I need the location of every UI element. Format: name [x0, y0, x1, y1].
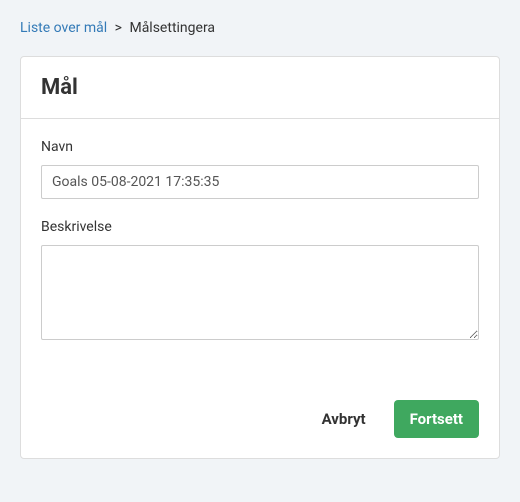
card-body: Navn Beskrivelse	[21, 119, 499, 384]
name-input[interactable]	[41, 165, 479, 199]
cancel-button[interactable]: Avbryt	[306, 400, 382, 438]
breadcrumb: Liste over mål > Målsettingera	[20, 20, 500, 36]
breadcrumb-link-list[interactable]: Liste over mål	[20, 20, 107, 36]
form-group-name: Navn	[41, 139, 479, 199]
continue-button[interactable]: Fortsett	[394, 400, 479, 438]
card-title: Mål	[41, 75, 479, 100]
name-label: Navn	[41, 139, 479, 155]
goal-card: Mål Navn Beskrivelse Avbryt Fortsett	[20, 56, 500, 459]
breadcrumb-separator: >	[115, 20, 122, 36]
card-header: Mål	[21, 57, 499, 119]
breadcrumb-current: Målsettingera	[129, 20, 215, 36]
form-group-description: Beskrivelse	[41, 219, 479, 344]
description-textarea[interactable]	[41, 245, 479, 340]
description-label: Beskrivelse	[41, 219, 479, 235]
card-footer: Avbryt Fortsett	[21, 384, 499, 458]
